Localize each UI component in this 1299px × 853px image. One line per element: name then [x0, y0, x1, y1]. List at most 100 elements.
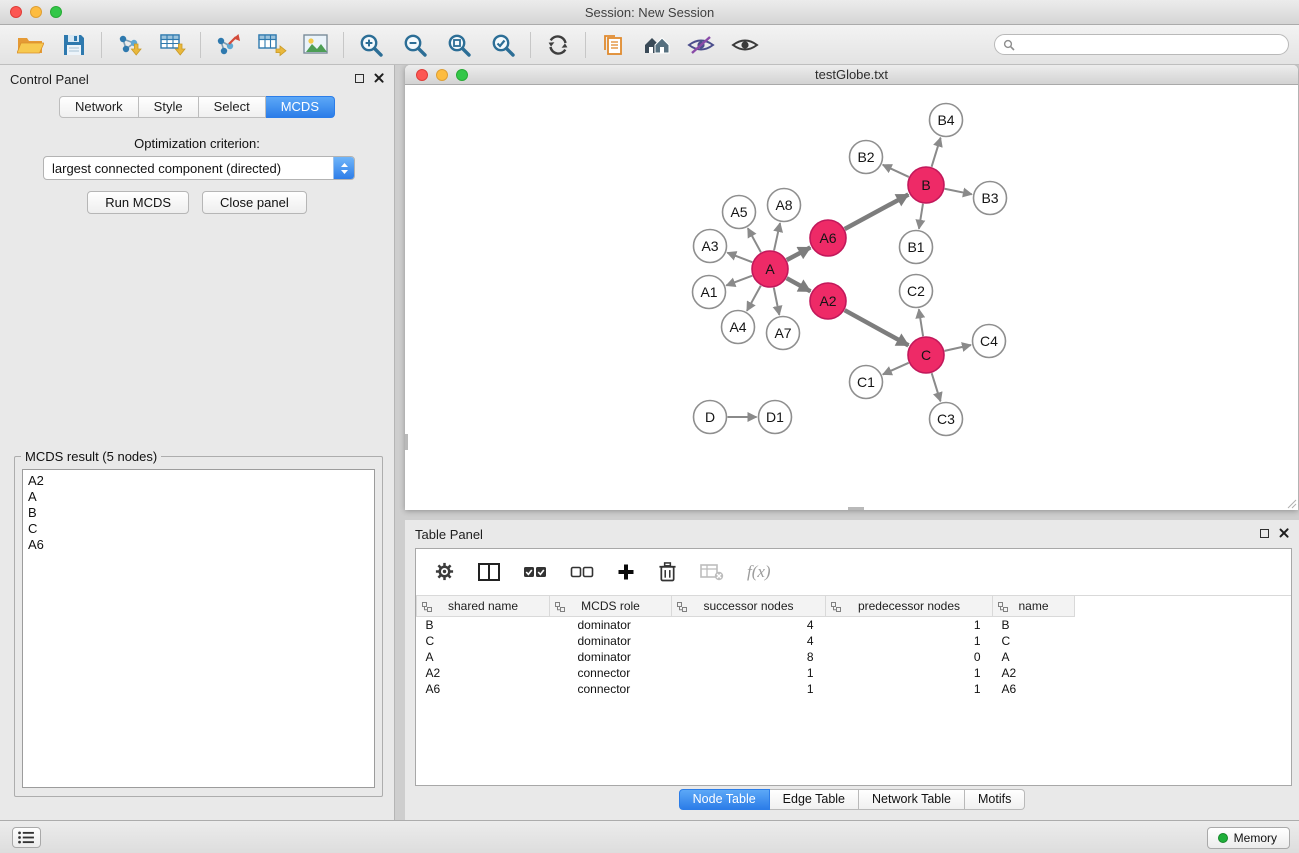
save-session-button[interactable]	[52, 29, 96, 61]
criterion-select[interactable]: largest connected component (directed)	[43, 156, 355, 180]
edge-A-A4[interactable]	[747, 286, 761, 311]
edge-C-C1[interactable]	[883, 363, 909, 375]
table-cell[interactable]: A2	[417, 665, 550, 681]
table-cell[interactable]: 0	[826, 649, 993, 665]
table-cell[interactable]: connector	[550, 681, 672, 697]
select-all-button[interactable]	[523, 565, 547, 579]
result-item[interactable]: C	[28, 521, 369, 537]
delete-table-button[interactable]	[700, 563, 724, 581]
home-button[interactable]	[635, 29, 679, 61]
table-settings-button[interactable]	[434, 561, 455, 582]
table-cell[interactable]: A	[993, 649, 1075, 665]
zoom-fit-button[interactable]	[437, 29, 481, 61]
search-input[interactable]	[1020, 35, 1288, 54]
show-columns-button[interactable]	[478, 563, 500, 581]
table-row[interactable]: Adominator80A	[417, 649, 1292, 665]
table-cell[interactable]: B	[993, 617, 1075, 633]
table-cell[interactable]: 1	[826, 665, 993, 681]
table-cell[interactable]: C	[993, 633, 1075, 649]
maximize-network-button[interactable]	[456, 69, 468, 81]
result-item[interactable]: A	[28, 489, 369, 505]
export-network-button[interactable]	[206, 29, 250, 61]
tab-motifs[interactable]: Motifs	[965, 789, 1025, 810]
edge-A-A3[interactable]	[727, 253, 752, 263]
close-panel-icon[interactable]	[374, 73, 384, 83]
search-field[interactable]	[994, 34, 1289, 55]
apply-function-button[interactable]: f(x)	[747, 562, 771, 582]
edge-A-A1[interactable]	[726, 276, 752, 286]
resize-grip[interactable]	[1285, 497, 1297, 509]
tab-network[interactable]: Network	[59, 96, 139, 118]
deselect-all-button[interactable]	[570, 565, 594, 579]
column-header-name[interactable]: name	[993, 596, 1075, 617]
table-cell[interactable]: 1	[826, 617, 993, 633]
export-table-button[interactable]	[250, 29, 294, 61]
copy-view-button[interactable]	[591, 29, 635, 61]
tab-select[interactable]: Select	[199, 96, 266, 118]
table-cell[interactable]: B	[417, 617, 550, 633]
table-cell[interactable]: A6	[417, 681, 550, 697]
minimize-network-button[interactable]	[436, 69, 448, 81]
delete-row-button[interactable]	[658, 561, 677, 582]
show-items-button[interactable]	[723, 29, 767, 61]
table-cell[interactable]: dominator	[550, 617, 672, 633]
table-cell[interactable]: 1	[826, 633, 993, 649]
edge-A-A8[interactable]	[774, 223, 780, 250]
column-header-MCDS-role[interactable]: MCDS role	[550, 596, 672, 617]
network-canvas[interactable]: B4B2BB3A5A8A6B1A3AA1C2A2A4A7C4CC1C3DD1	[405, 86, 1298, 510]
column-header-predecessor-nodes[interactable]: predecessor nodes	[826, 596, 993, 617]
close-table-panel-icon[interactable]	[1279, 528, 1289, 538]
edge-B-B3[interactable]	[945, 189, 972, 195]
refresh-button[interactable]	[536, 29, 580, 61]
close-network-button[interactable]	[416, 69, 428, 81]
table-row[interactable]: A2connector11A2	[417, 665, 1292, 681]
run-mcds-button[interactable]: Run MCDS	[87, 191, 189, 214]
tab-network-table[interactable]: Network Table	[859, 789, 965, 810]
edge-A6-B[interactable]	[845, 195, 909, 229]
float-table-panel-icon[interactable]	[1260, 529, 1269, 538]
table-cell[interactable]: connector	[550, 665, 672, 681]
table-cell[interactable]: C	[417, 633, 550, 649]
result-item[interactable]: B	[28, 505, 369, 521]
export-image-button[interactable]	[294, 29, 338, 61]
zoom-selected-button[interactable]	[481, 29, 525, 61]
edge-C-C3[interactable]	[932, 373, 941, 401]
table-cell[interactable]: A2	[993, 665, 1075, 681]
result-item[interactable]: A2	[28, 473, 369, 489]
open-file-button[interactable]	[8, 29, 52, 61]
edge-A-A6[interactable]	[787, 247, 811, 260]
float-panel-icon[interactable]	[355, 74, 364, 83]
result-item[interactable]: A6	[28, 537, 369, 553]
import-table-button[interactable]	[151, 29, 195, 61]
tab-edge-table[interactable]: Edge Table	[770, 789, 859, 810]
close-panel-button[interactable]: Close panel	[202, 191, 307, 214]
edge-A2-C[interactable]	[845, 310, 909, 345]
table-cell[interactable]: 1	[826, 681, 993, 697]
table-cell[interactable]: 1	[672, 665, 826, 681]
tab-mcds[interactable]: MCDS	[266, 96, 335, 118]
task-history-button[interactable]	[12, 827, 41, 848]
edge-C-C2[interactable]	[919, 309, 923, 336]
hide-items-button[interactable]	[679, 29, 723, 61]
edge-C-C4[interactable]	[945, 345, 971, 351]
column-header-shared-name[interactable]: shared name	[417, 596, 550, 617]
memory-button[interactable]: Memory	[1207, 827, 1290, 849]
table-cell[interactable]: 8	[672, 649, 826, 665]
table-cell[interactable]: 4	[672, 617, 826, 633]
table-row[interactable]: Cdominator41C	[417, 633, 1292, 649]
tab-node-table[interactable]: Node Table	[679, 789, 770, 810]
edge-A-A2[interactable]	[787, 278, 811, 291]
table-cell[interactable]: 4	[672, 633, 826, 649]
edge-B-B1[interactable]	[919, 204, 923, 229]
table-cell[interactable]: A6	[993, 681, 1075, 697]
column-header-successor-nodes[interactable]: successor nodes	[672, 596, 826, 617]
table-cell[interactable]: A	[417, 649, 550, 665]
table-cell[interactable]: 1	[672, 681, 826, 697]
table-cell[interactable]: dominator	[550, 649, 672, 665]
import-network-button[interactable]	[107, 29, 151, 61]
table-row[interactable]: Bdominator41B	[417, 617, 1292, 633]
zoom-in-button[interactable]	[349, 29, 393, 61]
add-row-button[interactable]	[617, 563, 635, 581]
zoom-out-button[interactable]	[393, 29, 437, 61]
edge-A-A5[interactable]	[748, 228, 761, 252]
